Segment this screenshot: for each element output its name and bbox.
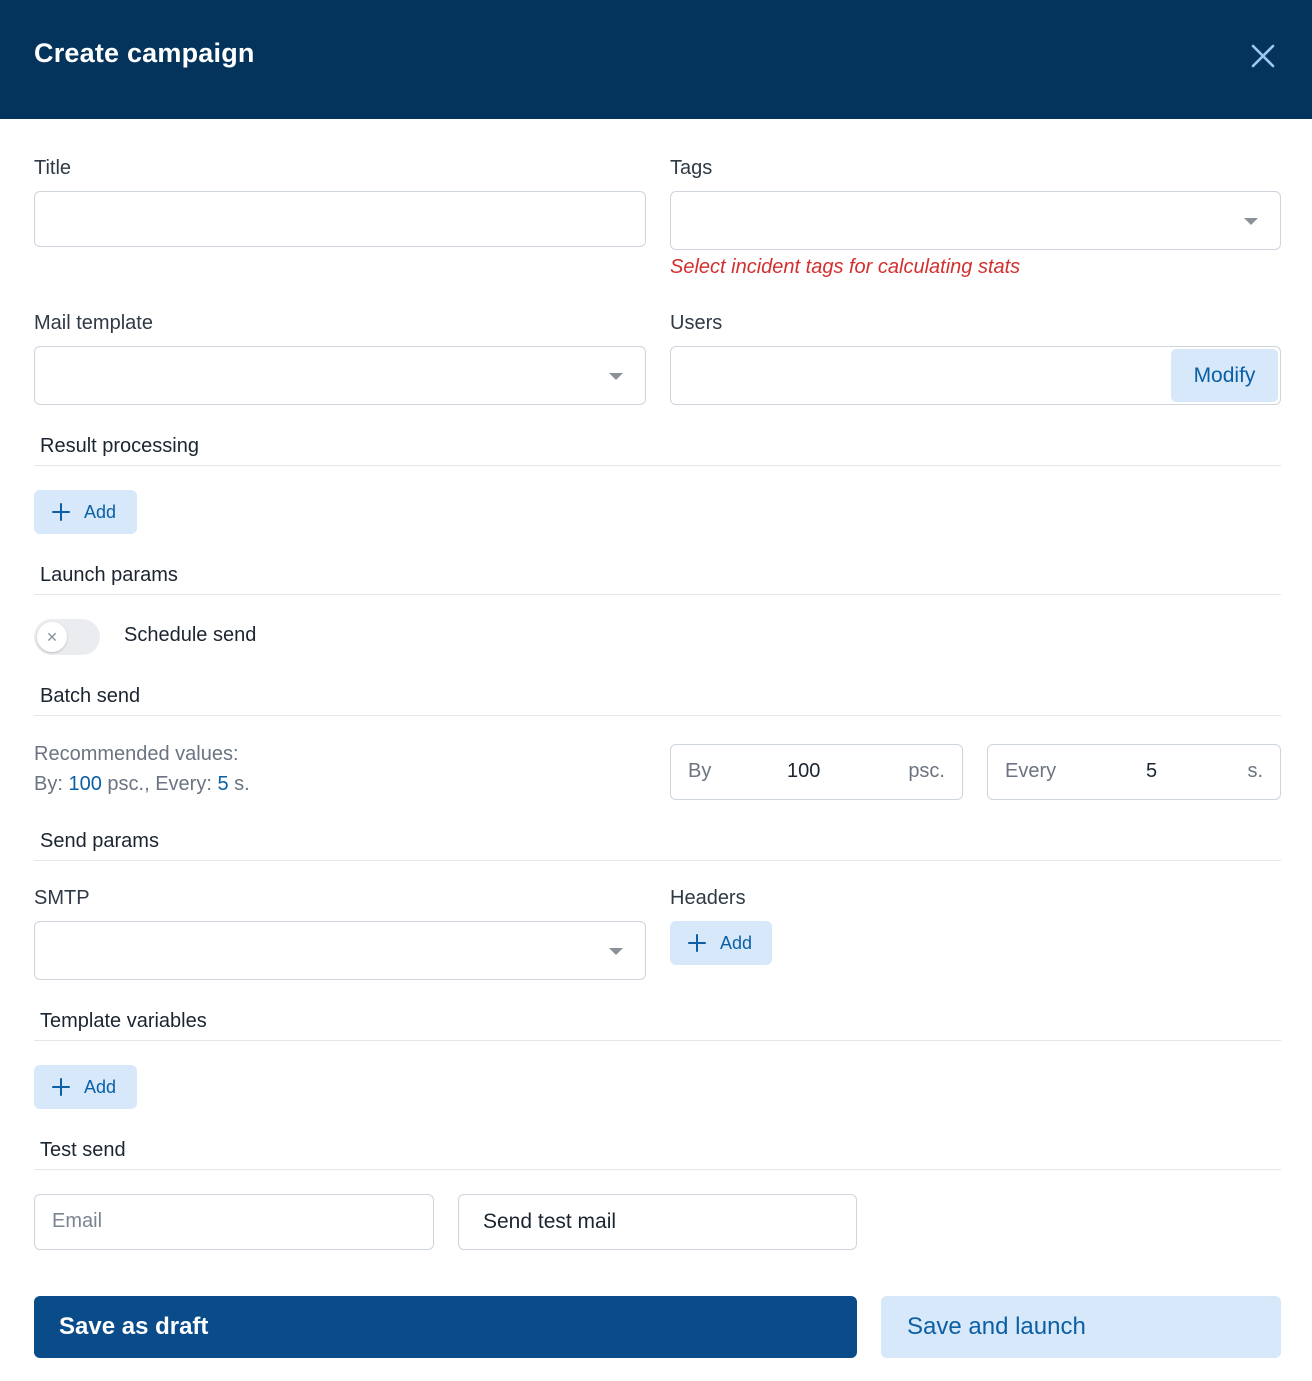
email-placeholder: Email [52,1210,103,1232]
batch-by-label: By [688,760,712,782]
batch-by-value: 100 [787,760,821,782]
mail-template-select[interactable] [34,346,646,405]
divider [34,594,1281,595]
modify-users-button[interactable]: Modify [1171,349,1278,402]
plus-icon [688,934,706,952]
batch-by-unit: psc. [908,760,945,782]
tags-select[interactable] [670,191,1281,250]
result-processing-add-button[interactable]: Add [34,490,137,534]
test-send-title: Test send [40,1139,126,1161]
rec-every-suffix: s. [234,773,250,795]
batch-by-input[interactable]: By 100 psc. [670,744,963,800]
plus-icon [52,503,70,521]
batch-every-unit: s. [1247,760,1263,782]
rec-by-prefix: By: [34,773,63,795]
chevron-down-icon [609,372,623,380]
batch-every-value: 5 [1146,760,1158,782]
schedule-send-label: Schedule send [124,624,257,646]
batch-every-input[interactable]: Every 5 s. [987,744,1281,800]
users-field[interactable]: Modify [670,346,1281,405]
divider [34,465,1281,466]
rec-by-value: 100 [68,773,102,795]
batch-every-label: Every [1005,760,1057,782]
smtp-select[interactable] [34,921,646,980]
template-variables-add-button[interactable]: Add [34,1065,137,1109]
template-variables-title: Template variables [40,1010,207,1032]
chevron-down-icon [1244,217,1258,225]
recommended-title: Recommended values: [34,743,239,765]
mail-template-label: Mail template [34,312,153,334]
x-icon: ✕ [37,622,67,652]
send-params-title: Send params [40,830,159,852]
users-label: Users [670,312,723,334]
headers-label: Headers [670,887,746,909]
save-as-draft-button[interactable]: Save as draft [34,1296,857,1358]
send-test-mail-button[interactable]: Send test mail [458,1194,857,1250]
divider [34,715,1281,716]
smtp-label: SMTP [34,887,90,909]
plus-icon [52,1078,70,1096]
add-label: Add [84,1076,117,1097]
close-icon [1251,44,1275,68]
recommended-values: Recommended values: By: 100 psc., Every:… [34,739,250,799]
batch-send-title: Batch send [40,685,141,707]
rec-every-value: 5 [217,773,229,795]
headers-add-button[interactable]: Add [670,921,772,965]
divider [34,1169,1281,1170]
close-button[interactable] [1244,37,1282,75]
add-label: Add [84,501,117,522]
title-label: Title [34,157,72,179]
tags-label: Tags [670,157,713,179]
dialog-header: Create campaign [0,0,1312,119]
chevron-down-icon [609,947,623,955]
tags-hint: Select incident tags for calculating sta… [670,256,1021,278]
save-and-launch-button[interactable]: Save and launch [881,1296,1281,1358]
launch-params-title: Launch params [40,564,178,586]
test-email-input[interactable]: Email [34,1194,434,1250]
divider [34,1040,1281,1041]
schedule-send-toggle[interactable]: ✕ [34,619,100,655]
dialog-title: Create campaign [34,38,255,68]
title-input[interactable] [34,191,646,247]
divider [34,860,1281,861]
rec-by-suffix: psc., Every: [107,773,212,795]
recommended-line: By: 100 psc., Every: 5 s. [34,769,250,799]
add-label: Add [720,932,753,953]
result-processing-title: Result processing [40,435,199,457]
